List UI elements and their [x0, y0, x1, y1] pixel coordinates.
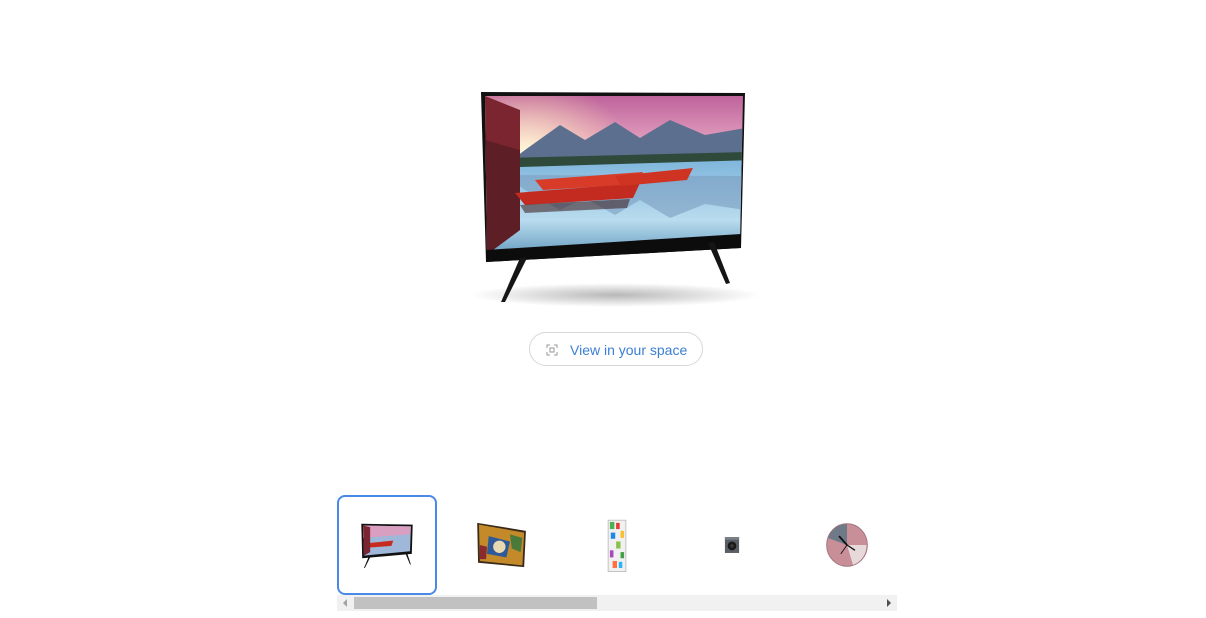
scrollbar-thumb[interactable]: [354, 597, 597, 609]
chevron-left-icon: [343, 599, 347, 607]
thumbnail-clock[interactable]: [797, 495, 897, 595]
clock-thumbnail-icon: [826, 523, 868, 567]
ar-view-icon: [546, 344, 558, 356]
model-thumbnail-strip: [337, 495, 897, 595]
view-in-your-space-button[interactable]: View in your space: [529, 332, 703, 366]
thumbnail-scrollbar[interactable]: [337, 595, 897, 611]
chevron-right-icon: [887, 599, 891, 607]
scroll-left-arrow[interactable]: [337, 595, 353, 611]
model-viewer[interactable]: View in your space: [0, 0, 1206, 470]
bookshelf-thumbnail-icon: [607, 519, 627, 573]
thumbnail-bookshelf[interactable]: [567, 495, 667, 595]
thumbnail-painting[interactable]: [452, 495, 552, 595]
thumbnail-tv[interactable]: [337, 495, 437, 595]
ar-button-label: View in your space: [570, 342, 688, 358]
tv-3d-model[interactable]: [465, 80, 765, 320]
painting-thumbnail-icon: [477, 522, 526, 568]
scroll-right-arrow[interactable]: [881, 595, 897, 611]
tv-thumbnail-icon: [361, 523, 413, 569]
thumbnail-speaker[interactable]: [682, 495, 782, 595]
speaker-thumbnail-icon: [724, 537, 740, 553]
